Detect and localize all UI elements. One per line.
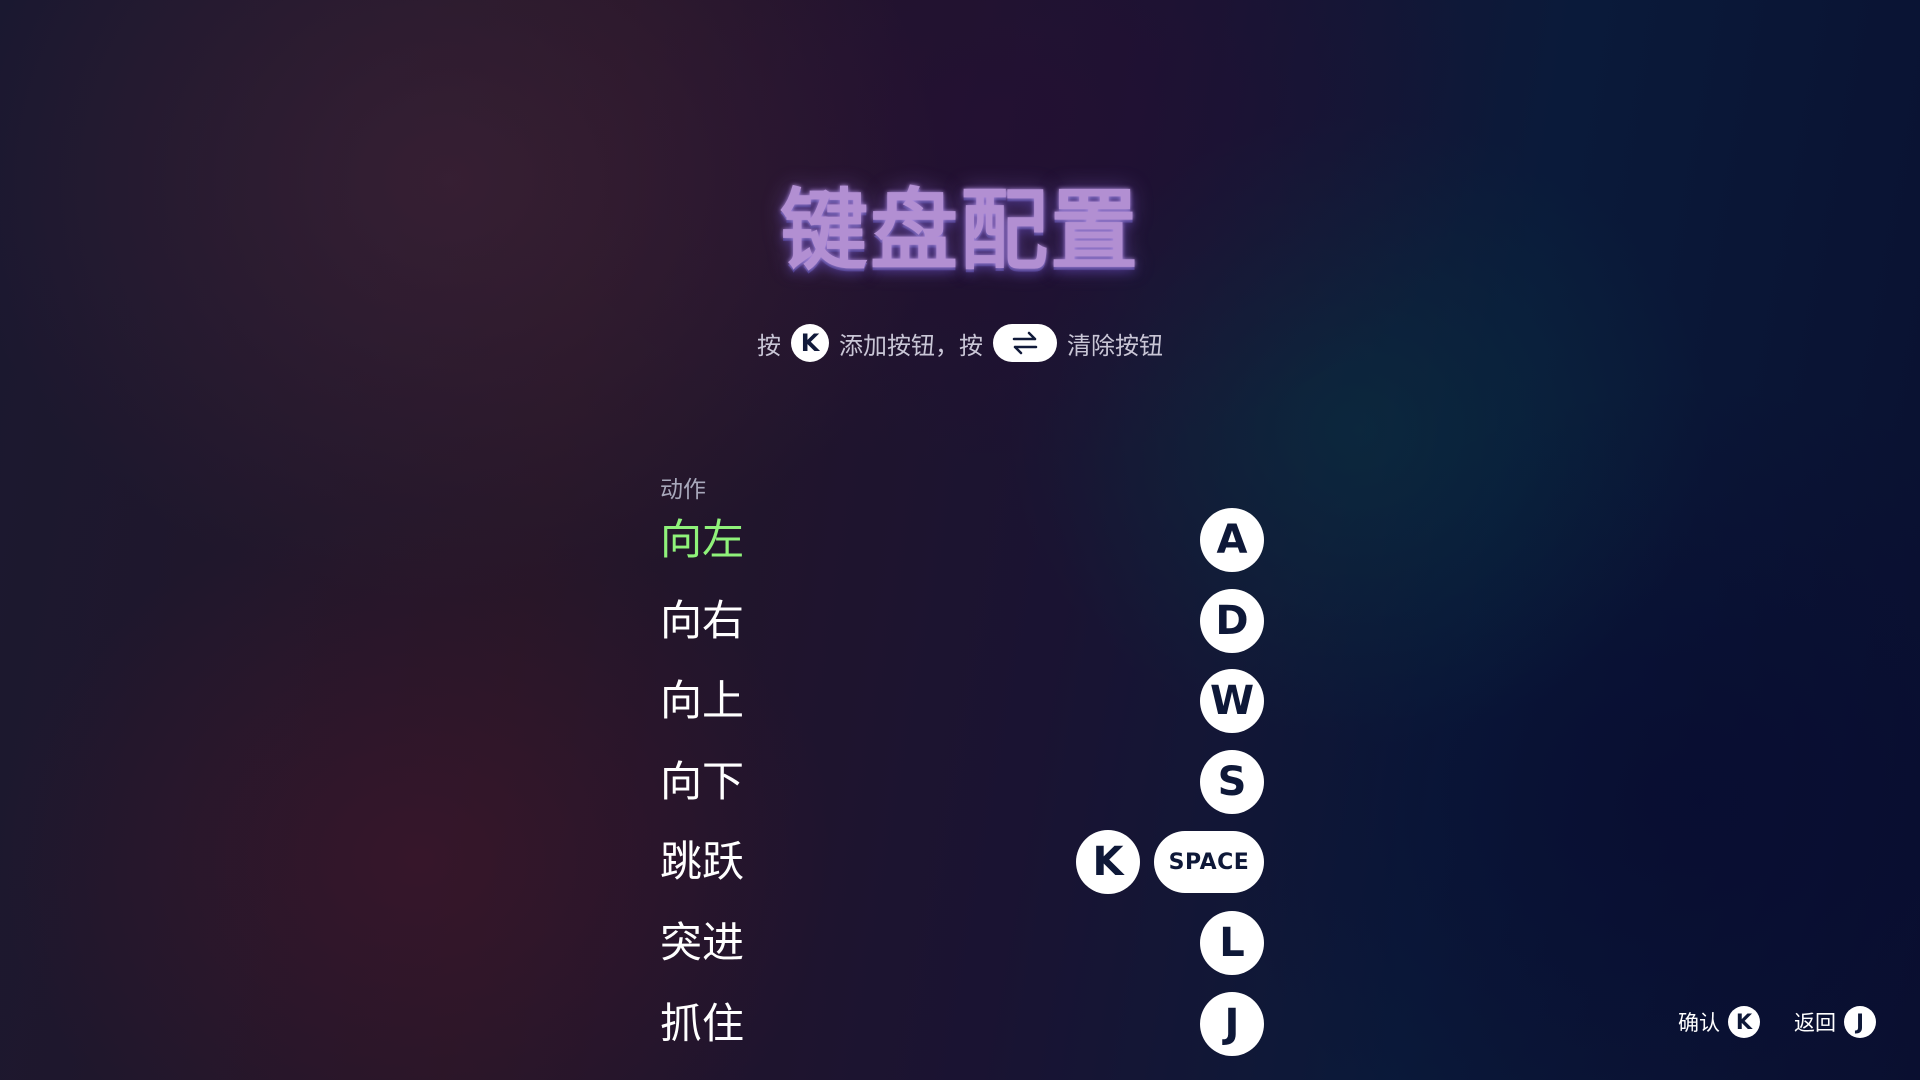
footer-prompts: 确认 K 返回 J (1644, 1006, 1876, 1038)
key-binding-badge[interactable]: W (1200, 669, 1264, 734)
back-label: 返回 (1794, 1011, 1836, 1035)
key-bindings: L (1200, 910, 1264, 975)
page-title: 键盘配置 (779, 179, 1140, 282)
key-binding-badge[interactable]: A (1200, 508, 1264, 572)
action-label: 向上 (660, 676, 745, 726)
hint-text-clear: 清除按钮 (1067, 331, 1163, 360)
action-label: 向左 (660, 515, 745, 564)
action-label: 跳跃 (660, 837, 745, 887)
key-binding-badge[interactable]: S (1200, 749, 1264, 814)
action-row[interactable]: 向右 D (660, 588, 1264, 670)
key-bindings: D (1200, 588, 1264, 653)
action-label: 抓住 (660, 998, 745, 1048)
action-row[interactable]: 突进 L (660, 910, 1264, 992)
action-row[interactable]: 抓住 J (660, 991, 1264, 1073)
action-row[interactable]: 向下 S (660, 749, 1264, 831)
key-bindings: A (1200, 508, 1264, 572)
hint-text-press: 按 (757, 331, 781, 360)
confirm-key-badge: K (1728, 1006, 1760, 1038)
action-label: 突进 (660, 917, 745, 967)
key-binding-badge[interactable]: J (1200, 991, 1264, 1056)
action-row[interactable]: 向上 W (660, 669, 1264, 750)
back-prompt[interactable]: 返回 J (1794, 1006, 1876, 1038)
actions-section-label: 动作 (660, 477, 706, 503)
key-bindings: K SPACE (1076, 830, 1264, 895)
key-bindings: J (1200, 991, 1264, 1056)
hint-bar: 按 K 添加按钮，按 清除按钮 (0, 324, 1920, 362)
back-key-badge: J (1844, 1006, 1876, 1038)
action-list: 向左 A 向右 D 向上 W 向下 S 跳跃 K SPACE 突进 L 抓住 J (660, 508, 1264, 1073)
hint-text-add: 添加按钮，按 (839, 331, 983, 360)
action-label: 向右 (660, 595, 745, 645)
hint-add-key-badge: K (791, 324, 829, 362)
swap-arrows-icon (993, 324, 1057, 362)
confirm-label: 确认 (1678, 1011, 1720, 1035)
key-binding-badge[interactable]: L (1200, 910, 1264, 975)
key-binding-badge[interactable]: K (1076, 830, 1140, 895)
key-bindings: W (1200, 669, 1264, 734)
key-binding-badge[interactable]: SPACE (1154, 831, 1264, 894)
action-label: 向下 (660, 756, 745, 806)
action-row[interactable]: 跳跃 K SPACE (660, 830, 1264, 911)
key-binding-badge[interactable]: D (1200, 588, 1264, 653)
key-bindings: S (1200, 749, 1264, 814)
action-row[interactable]: 向左 A (660, 508, 1264, 589)
confirm-prompt[interactable]: 确认 K (1678, 1006, 1760, 1038)
